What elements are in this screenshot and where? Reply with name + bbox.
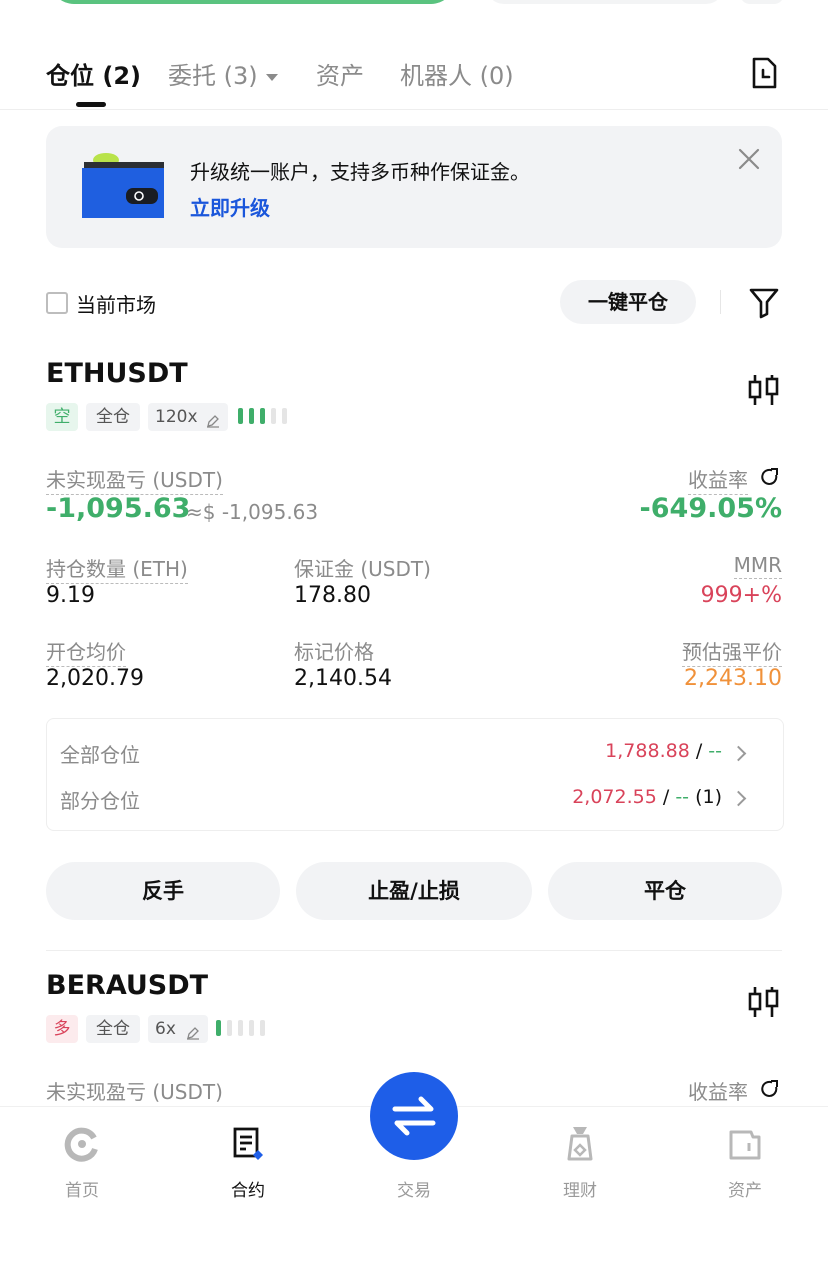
tpsl-partial-row[interactable]: 2,072.55 / -- (1) bbox=[572, 786, 722, 808]
unrealized-pnl-usd: ≈$ -1,095.63 bbox=[186, 500, 319, 524]
risk-meter-bar bbox=[249, 408, 254, 424]
roe-label[interactable]: 收益率 bbox=[688, 1076, 748, 1107]
tab-assets[interactable]: 资产 bbox=[316, 56, 364, 91]
tpsl-full-dash: -- bbox=[708, 740, 722, 762]
share-icon[interactable] bbox=[760, 467, 780, 487]
risk-meter-bar bbox=[227, 1020, 232, 1036]
close-all-button[interactable]: 一键平仓 bbox=[560, 280, 696, 324]
side-badge: 空 bbox=[46, 403, 78, 431]
unrealized-pnl-value: -1,095.63 bbox=[46, 493, 191, 524]
close-position-button[interactable]: 平仓 bbox=[548, 862, 782, 920]
risk-meter-bar bbox=[260, 408, 265, 424]
edit-icon bbox=[186, 1021, 200, 1040]
risk-meter-bar bbox=[271, 408, 276, 424]
margin-mode-badge: 全仓 bbox=[86, 403, 140, 431]
liq-price-label[interactable]: 预估强平价 bbox=[682, 636, 782, 667]
position-symbol[interactable]: BERAUSDT bbox=[46, 970, 208, 1001]
tpsl-partial-separator: / bbox=[662, 786, 670, 808]
wallet-illustration-icon bbox=[80, 150, 170, 220]
entry-price-label[interactable]: 开仓均价 bbox=[46, 636, 126, 667]
tpsl-full-value: 1,788.88 bbox=[605, 740, 690, 762]
home-icon[interactable] bbox=[64, 1126, 100, 1162]
risk-meter-bar bbox=[216, 1020, 221, 1036]
side-badge: 多 bbox=[46, 1015, 78, 1043]
roe-value: -649.05% bbox=[639, 493, 782, 524]
nav-assets[interactable]: 资产 bbox=[705, 1176, 785, 1201]
tab-bots[interactable]: 机器人 (0) bbox=[400, 56, 514, 91]
nav-trade[interactable]: 交易 bbox=[374, 1176, 454, 1201]
risk-meter bbox=[216, 1020, 276, 1038]
futures-icon[interactable] bbox=[231, 1126, 267, 1162]
tpsl-partial-count: (1) bbox=[695, 786, 722, 808]
leverage-value: 120x bbox=[155, 407, 198, 427]
tpsl-full-row[interactable]: 1,788.88 / -- bbox=[605, 740, 722, 762]
history-icon[interactable] bbox=[748, 56, 780, 90]
tpsl-partial-value: 2,072.55 bbox=[572, 786, 657, 808]
candlestick-chart-icon[interactable] bbox=[746, 372, 782, 408]
mmr-value: 999+% bbox=[700, 583, 782, 608]
risk-meter-bar bbox=[238, 408, 243, 424]
tpsl-button[interactable]: 止盈/止损 bbox=[296, 862, 532, 920]
margin-value: 178.80 bbox=[294, 583, 371, 608]
wallet-icon[interactable] bbox=[727, 1126, 763, 1162]
divider bbox=[720, 290, 721, 314]
nav-futures[interactable]: 合约 bbox=[208, 1176, 288, 1201]
reverse-button[interactable]: 反手 bbox=[46, 862, 280, 920]
nav-home[interactable]: 首页 bbox=[42, 1176, 122, 1201]
nav-earn[interactable]: 理财 bbox=[540, 1176, 620, 1201]
margin-mode-badge: 全仓 bbox=[86, 1015, 140, 1043]
liq-price-value: 2,243.10 bbox=[684, 666, 782, 691]
unrealized-pnl-label[interactable]: 未实现盈亏 (USDT) bbox=[46, 464, 223, 495]
position-qty-label[interactable]: 持仓数量 (ETH) bbox=[46, 553, 188, 584]
tab-orders-label: 委托 (3) bbox=[168, 62, 258, 90]
leverage-value: 6x bbox=[155, 1019, 176, 1039]
upgrade-now-link[interactable]: 立即升级 bbox=[190, 192, 270, 221]
risk-meter-bar bbox=[260, 1020, 265, 1036]
filter-icon[interactable] bbox=[748, 285, 780, 319]
tab-divider bbox=[0, 109, 828, 110]
tpsl-partial-dash: -- bbox=[675, 786, 690, 808]
earn-icon[interactable] bbox=[562, 1124, 598, 1162]
candlestick-chart-icon[interactable] bbox=[746, 984, 782, 1020]
risk-meter-bar bbox=[238, 1020, 243, 1036]
unrealized-pnl-label[interactable]: 未实现盈亏 (USDT) bbox=[46, 1076, 223, 1107]
entry-price-value: 2,020.79 bbox=[46, 666, 144, 691]
position-qty-value: 9.19 bbox=[46, 583, 95, 608]
leverage-badge[interactable]: 120x bbox=[148, 403, 228, 431]
chevron-down-icon bbox=[265, 73, 278, 81]
risk-meter-bar bbox=[249, 1020, 254, 1036]
card-divider bbox=[46, 950, 782, 951]
risk-meter bbox=[238, 408, 298, 426]
tab-positions[interactable]: 仓位 (2) bbox=[46, 56, 141, 91]
share-icon[interactable] bbox=[760, 1079, 780, 1099]
current-market-label: 当前市场 bbox=[76, 293, 156, 317]
close-icon[interactable] bbox=[738, 148, 760, 170]
leverage-badge[interactable]: 6x bbox=[148, 1015, 208, 1043]
top-secondary-field[interactable] bbox=[486, 0, 724, 4]
mmr-label[interactable]: MMR bbox=[733, 553, 782, 579]
edit-icon bbox=[206, 409, 220, 428]
position-symbol[interactable]: ETHUSDT bbox=[46, 358, 188, 389]
mark-price-label: 标记价格 bbox=[294, 640, 374, 664]
tpsl-panel bbox=[46, 718, 784, 831]
tab-orders[interactable]: 委托 (3) bbox=[168, 56, 278, 91]
margin-label: 保证金 (USDT) bbox=[294, 557, 431, 581]
tpsl-partial-label: 部分仓位 bbox=[60, 789, 140, 813]
trade-button[interactable] bbox=[370, 1072, 458, 1160]
top-primary-button[interactable] bbox=[50, 0, 455, 4]
roe-label[interactable]: 收益率 bbox=[688, 464, 748, 495]
tpsl-full-label: 全部仓位 bbox=[60, 743, 140, 767]
risk-meter-bar bbox=[282, 408, 287, 424]
swap-icon bbox=[392, 1096, 436, 1136]
mark-price-value: 2,140.54 bbox=[294, 666, 392, 691]
top-small-button[interactable] bbox=[740, 0, 784, 4]
current-market-checkbox[interactable] bbox=[46, 292, 68, 314]
tpsl-full-separator: / bbox=[695, 740, 703, 762]
banner-message: 升级统一账户，支持多币种作保证金。 bbox=[190, 160, 530, 184]
active-tab-indicator bbox=[76, 102, 106, 107]
